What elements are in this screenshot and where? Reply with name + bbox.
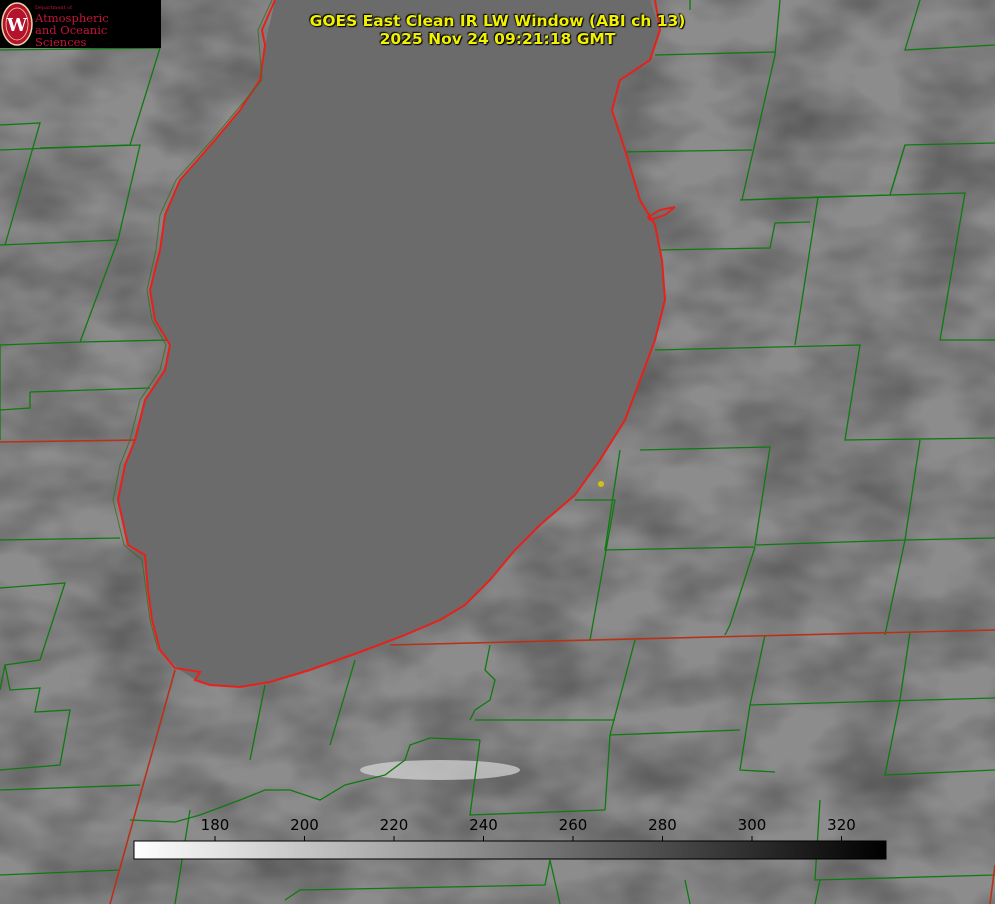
uw-seal-icon: W <box>1 2 33 46</box>
colorbar-tick-label: 200 <box>290 816 319 834</box>
colorbar-tick-label: 180 <box>201 816 230 834</box>
colorbar-tick-label: 280 <box>648 816 677 834</box>
colorbar-tick-label: 300 <box>738 816 767 834</box>
colorbar-strip <box>133 840 887 860</box>
city-marker <box>598 481 604 487</box>
svg-text:W: W <box>6 15 28 36</box>
colorbar-tick-label: 260 <box>559 816 588 834</box>
uw-aos-logo: W Department of Atmospheric and Oceanic … <box>0 0 161 48</box>
colorbar-tick-label: 220 <box>380 816 409 834</box>
colorbar-tick-label: 240 <box>469 816 498 834</box>
logo-line2: and Oceanic Sciences <box>35 23 108 50</box>
cloud-streak <box>360 760 520 780</box>
satellite-map: 180 200 220 240 260 280 300 320 <box>0 0 995 904</box>
colorbar-tick-label: 320 <box>827 816 856 834</box>
